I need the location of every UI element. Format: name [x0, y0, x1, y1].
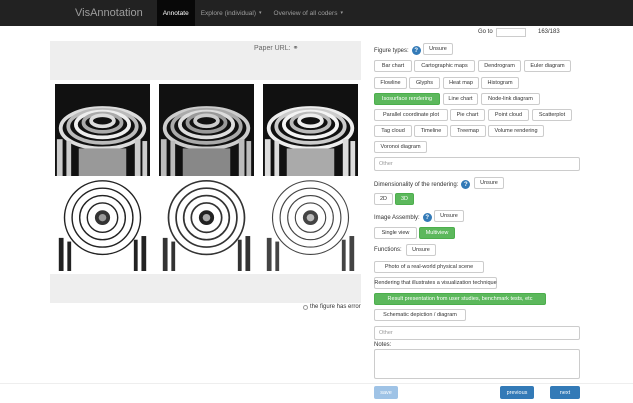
- goto-bar: Go to 163/183: [0, 27, 633, 39]
- option-line-chart[interactable]: Line chart: [443, 93, 478, 105]
- option-parallel-coordinate-plot[interactable]: Parallel coordinate plot: [374, 109, 448, 121]
- page-counter: 163/183: [538, 29, 560, 35]
- caret-down-icon: ▾: [259, 10, 262, 16]
- option-photo-real-world[interactable]: Photo of a real-world physical scene: [374, 261, 484, 273]
- dimensionality-label: Dimensionality of the rendering:?: [374, 180, 473, 189]
- figure-error-label: the figure has error: [310, 304, 361, 310]
- help-icon[interactable]: ?: [411, 46, 421, 55]
- isosurface-thumbnail: [159, 84, 254, 176]
- option-dendrogram[interactable]: Dendrogram: [478, 60, 521, 72]
- option-2d[interactable]: 2D: [374, 193, 393, 205]
- option-euler-diagram[interactable]: Euler diagram: [524, 60, 571, 72]
- save-button[interactable]: save: [374, 386, 398, 399]
- goto-input[interactable]: [496, 28, 526, 37]
- other-placeholder: Other: [379, 330, 393, 336]
- brand-logo[interactable]: VisAnnotation: [75, 7, 143, 19]
- navbar: VisAnnotation Annotate Explore (individu…: [0, 0, 633, 26]
- figure-types-other-input[interactable]: Other: [374, 157, 580, 171]
- notes-text: Notes:: [374, 342, 392, 348]
- option-3d[interactable]: 3D: [395, 193, 414, 205]
- option-flowline[interactable]: Flowline: [374, 77, 407, 89]
- figure-types-label: Figure types:?: [374, 46, 424, 55]
- option-single-view[interactable]: Single view: [374, 227, 417, 239]
- isosurface-thumbnail: [55, 179, 150, 271]
- option-tag-cloud[interactable]: Tag cloud: [374, 125, 412, 137]
- notes-label: Notes:: [374, 342, 391, 348]
- isosurface-thumbnail: [55, 84, 150, 176]
- option-treemap[interactable]: Treemap: [450, 125, 486, 137]
- dimensionality-text: Dimensionality of the rendering:: [374, 181, 459, 188]
- nav-explore-dropdown[interactable]: Explore (individual) ▾: [195, 0, 268, 26]
- footer-divider: [0, 383, 633, 384]
- option-schematic-depiction[interactable]: Schematic depiction / diagram: [374, 309, 466, 321]
- option-result-presentation[interactable]: Result presentation from user studies, b…: [374, 293, 546, 305]
- nav-explore-label: Explore (individual): [200, 9, 256, 17]
- assembly-unsure-button[interactable]: Unsure: [434, 210, 464, 222]
- caret-down-icon: ▾: [340, 10, 343, 16]
- nav-overview-dropdown[interactable]: Overview of all coders ▾: [268, 0, 349, 26]
- figure-types-unsure-button[interactable]: Unsure: [423, 43, 453, 55]
- nav-overview-label: Overview of all coders: [273, 9, 338, 17]
- nav-annotate-label: Annotate: [162, 9, 189, 17]
- functions-unsure-button[interactable]: Unsure: [406, 244, 436, 256]
- radio-icon[interactable]: [303, 304, 308, 310]
- option-glyphs[interactable]: Glyphs: [409, 77, 440, 89]
- option-rendering-technique[interactable]: Rendering that illustrates a visualizati…: [374, 277, 497, 289]
- figure-image: [50, 80, 361, 274]
- option-voronoi-diagram[interactable]: Voronoi diagram: [374, 141, 427, 153]
- option-point-cloud[interactable]: Point cloud: [488, 109, 529, 121]
- next-button[interactable]: next: [550, 386, 580, 399]
- option-histogram[interactable]: Histogram: [481, 77, 519, 89]
- figure-types-text: Figure types:: [374, 47, 409, 54]
- dimensionality-unsure-button[interactable]: Unsure: [474, 177, 504, 189]
- functions-label: Functions:: [374, 247, 402, 253]
- paper-url[interactable]: Paper URL: ⚭: [254, 44, 298, 52]
- notes-textarea[interactable]: [374, 349, 580, 379]
- other-placeholder: Other: [379, 161, 393, 167]
- option-isosurface-rendering[interactable]: Isosurface rendering: [374, 93, 440, 105]
- option-node-link-diagram[interactable]: Node-link diagram: [481, 93, 540, 105]
- isosurface-thumbnail: [159, 179, 254, 271]
- isosurface-thumbnail: [263, 179, 358, 271]
- option-heat-map[interactable]: Heat map: [443, 77, 479, 89]
- option-bar-chart[interactable]: Bar chart: [374, 60, 412, 72]
- option-cartographic-maps[interactable]: Cartographic maps: [414, 60, 475, 72]
- help-icon[interactable]: ?: [461, 180, 471, 189]
- nav-annotate[interactable]: Annotate: [156, 0, 195, 26]
- isosurface-thumbnail: [263, 84, 358, 176]
- option-volume-rendering[interactable]: Volume rendering: [488, 125, 544, 137]
- functions-text: Functions:: [374, 247, 402, 253]
- assembly-text: Image Assembly:: [374, 214, 420, 221]
- assembly-label: Image Assembly:?: [374, 213, 435, 222]
- previous-button[interactable]: previous: [500, 386, 534, 399]
- help-icon[interactable]: ?: [422, 213, 432, 222]
- functions-other-input[interactable]: Other: [374, 326, 580, 340]
- option-pie-chart[interactable]: Pie chart: [450, 109, 485, 121]
- link-icon[interactable]: ⚭: [293, 45, 299, 52]
- option-scatterplot[interactable]: Scatterplot: [532, 109, 572, 121]
- goto-label: Go to: [478, 29, 493, 35]
- option-timeline[interactable]: Timeline: [414, 125, 448, 137]
- option-multiview[interactable]: Multiview: [419, 227, 455, 239]
- paper-url-label: Paper URL:: [254, 45, 291, 52]
- figure-error-checkbox[interactable]: the figure has error: [303, 304, 361, 310]
